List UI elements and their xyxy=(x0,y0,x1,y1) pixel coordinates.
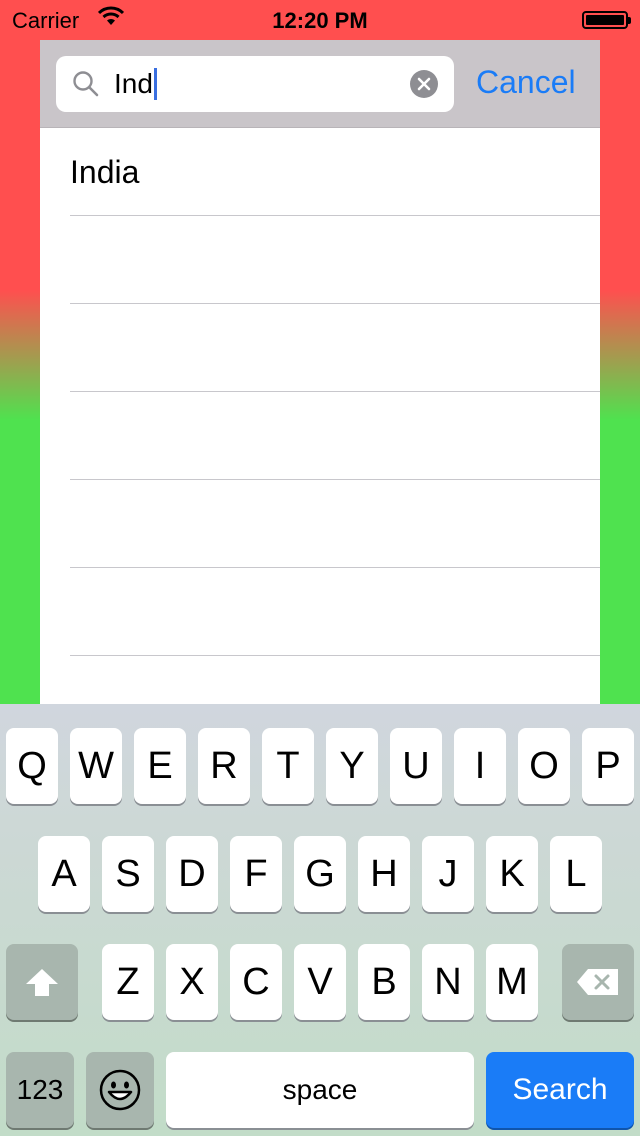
key-s[interactable]: S xyxy=(102,836,154,912)
key-d[interactable]: D xyxy=(166,836,218,912)
key-o[interactable]: O xyxy=(518,728,570,804)
space-bar[interactable]: space xyxy=(166,1052,474,1128)
list-item[interactable] xyxy=(40,392,600,480)
key-a[interactable]: A xyxy=(38,836,90,912)
status-bar: Carrier 12:20 PM xyxy=(0,0,640,40)
key-i[interactable]: I xyxy=(454,728,506,804)
search-results-panel: Ind Cancel India xyxy=(40,40,600,704)
key-r[interactable]: R xyxy=(198,728,250,804)
list-item[interactable]: India xyxy=(40,128,600,216)
key-y[interactable]: Y xyxy=(326,728,378,804)
numbers-button[interactable]: 123 xyxy=(6,1052,74,1128)
list-item[interactable] xyxy=(40,656,600,704)
magnifier-icon xyxy=(73,71,99,97)
key-b[interactable]: B xyxy=(358,944,410,1020)
key-w[interactable]: W xyxy=(70,728,122,804)
key-u[interactable]: U xyxy=(390,728,442,804)
key-j[interactable]: J xyxy=(422,836,474,912)
key-g[interactable]: G xyxy=(294,836,346,912)
delete-icon xyxy=(577,969,618,995)
search-query[interactable]: Ind xyxy=(114,68,153,99)
emoji-button[interactable] xyxy=(86,1052,154,1128)
keyboard: Q W E R T Y U I O P A S D F G H J K L Z … xyxy=(0,704,640,1136)
key-f[interactable]: F xyxy=(230,836,282,912)
key-h[interactable]: H xyxy=(358,836,410,912)
battery-icon xyxy=(582,11,631,29)
key-c[interactable]: C xyxy=(230,944,282,1020)
key-l[interactable]: L xyxy=(550,836,602,912)
list-item[interactable] xyxy=(40,216,600,304)
search-bar: Ind Cancel xyxy=(40,40,600,128)
key-v[interactable]: V xyxy=(294,944,346,1020)
key-q[interactable]: Q xyxy=(6,728,58,804)
key-p[interactable]: P xyxy=(582,728,634,804)
key-z[interactable]: Z xyxy=(102,944,154,1020)
cancel-button[interactable]: Cancel xyxy=(476,60,576,104)
results-list: India xyxy=(40,128,600,704)
key-n[interactable]: N xyxy=(422,944,474,1020)
list-item[interactable] xyxy=(40,304,600,392)
key-k[interactable]: K xyxy=(486,836,538,912)
key-x[interactable]: X xyxy=(166,944,218,1020)
shift-icon xyxy=(26,969,58,996)
key-e[interactable]: E xyxy=(134,728,186,804)
key-m[interactable]: M xyxy=(486,944,538,1020)
emoji-icon xyxy=(99,1069,141,1111)
key-t[interactable]: T xyxy=(262,728,314,804)
clock: 12:20 PM xyxy=(272,8,368,33)
search-button[interactable]: Search xyxy=(486,1052,634,1128)
search-input[interactable]: Ind xyxy=(56,56,454,112)
list-item[interactable] xyxy=(40,568,600,656)
shift-button[interactable] xyxy=(6,944,78,1020)
list-item[interactable] xyxy=(40,480,600,568)
clear-x-icon[interactable] xyxy=(410,70,438,98)
delete-button[interactable] xyxy=(562,944,634,1020)
text-caret xyxy=(153,68,157,100)
